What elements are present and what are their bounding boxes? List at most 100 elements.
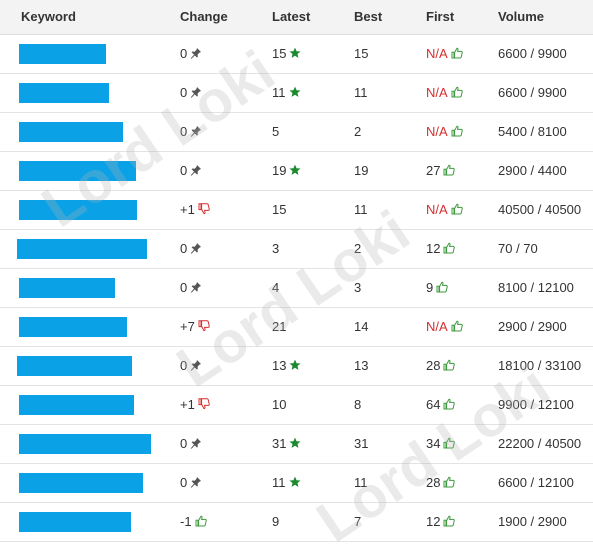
thumb-up-icon — [443, 398, 456, 410]
latest-value: 9 — [272, 514, 280, 529]
redacted-keyword[interactable] — [19, 316, 127, 337]
volume-value: 40500 / 40500 — [498, 202, 582, 217]
redacted-keyword[interactable] — [19, 82, 109, 103]
thumb-up-icon — [443, 476, 456, 488]
table-row: 0 11 11 28 6600 / 12100 — [0, 463, 593, 503]
redacted-keyword[interactable] — [19, 433, 151, 454]
pin-icon[interactable] — [190, 164, 202, 176]
pin-icon[interactable] — [190, 476, 202, 488]
pin-icon[interactable] — [190, 281, 202, 293]
change-value: +7 — [180, 319, 195, 334]
latest-value: 11 — [272, 85, 286, 100]
latest-value: 3 — [272, 241, 280, 256]
first-cell: 12 — [426, 502, 498, 542]
keyword-cell — [0, 463, 180, 503]
header-volume[interactable]: Volume — [498, 0, 593, 35]
table-row: 0 13 13 28 18100 / 33100 — [0, 346, 593, 386]
volume-cell: 2900 / 4400 — [498, 151, 593, 191]
header-keyword[interactable]: Keyword — [0, 0, 180, 35]
volume-cell: 18100 / 33100 — [498, 346, 593, 386]
first-cell: N/A — [426, 112, 498, 152]
first-cell: N/A — [426, 190, 498, 230]
first-cell: 64 — [426, 385, 498, 425]
change-cell: +1 — [180, 190, 272, 230]
latest-value: 19 — [272, 163, 287, 178]
header-latest[interactable]: Latest — [272, 0, 354, 35]
latest-value: 15 — [272, 46, 287, 61]
change-value: -1 — [180, 514, 192, 529]
thumb-up-icon — [443, 242, 456, 254]
volume-cell: 2900 / 2900 — [498, 307, 593, 347]
pin-icon[interactable] — [190, 86, 202, 98]
first-value: 9 — [426, 280, 434, 295]
redacted-keyword[interactable] — [19, 277, 115, 298]
latest-value: 13 — [272, 358, 287, 373]
pin-icon[interactable] — [190, 125, 202, 137]
first-cell: 28 — [426, 463, 498, 503]
best-cell: 15 — [354, 34, 426, 74]
best-cell: 19 — [354, 151, 426, 191]
star-icon — [289, 476, 301, 488]
best-value: 8 — [354, 397, 362, 412]
volume-value: 5400 / 8100 — [498, 124, 567, 139]
first-cell: 34 — [426, 424, 498, 464]
change-cell: 0 — [180, 229, 272, 269]
change-cell: +1 — [180, 385, 272, 425]
header-first[interactable]: First — [426, 0, 498, 35]
redacted-keyword[interactable] — [19, 121, 123, 142]
change-cell: 0 — [180, 463, 272, 503]
latest-cell: 3 — [272, 229, 354, 269]
redacted-keyword[interactable] — [19, 160, 136, 181]
latest-value: 31 — [272, 436, 287, 451]
volume-value: 2900 / 2900 — [498, 319, 567, 334]
table-row: +1 10 8 64 9900 / 12100 — [0, 385, 593, 425]
best-cell: 3 — [354, 268, 426, 308]
best-value: 14 — [354, 319, 369, 334]
change-value: 0 — [180, 124, 188, 139]
first-value: N/A — [426, 85, 448, 100]
volume-value: 18100 / 33100 — [498, 358, 582, 373]
redacted-keyword[interactable] — [19, 199, 137, 220]
table-row: 0 31 31 34 22200 / 40500 — [0, 424, 593, 464]
redacted-keyword[interactable] — [17, 238, 147, 259]
best-value: 3 — [354, 280, 362, 295]
change-cell: 0 — [180, 73, 272, 113]
thumb-up-icon — [443, 164, 456, 176]
pin-icon[interactable] — [190, 242, 202, 254]
first-cell: N/A — [426, 73, 498, 113]
first-value: N/A — [426, 202, 448, 217]
keyword-cell — [0, 307, 180, 347]
best-cell: 11 — [354, 463, 426, 503]
best-cell: 8 — [354, 385, 426, 425]
change-cell: 0 — [180, 268, 272, 308]
header-best[interactable]: Best — [354, 0, 426, 35]
change-cell: 0 — [180, 112, 272, 152]
pin-icon[interactable] — [190, 47, 202, 59]
redacted-keyword[interactable] — [17, 355, 132, 376]
thumb-up-icon — [436, 281, 448, 293]
thumb-down-icon — [198, 320, 210, 332]
latest-cell: 15 — [272, 34, 354, 74]
first-value: N/A — [426, 319, 448, 334]
best-cell: 13 — [354, 346, 426, 386]
header-change[interactable]: Change — [180, 0, 272, 35]
redacted-keyword[interactable] — [19, 472, 143, 493]
volume-value: 70 / 70 — [498, 241, 538, 256]
volume-value: 22200 / 40500 — [498, 436, 582, 451]
table-row: 0 3 2 12 70 / 70 — [0, 229, 593, 269]
redacted-keyword[interactable] — [19, 394, 134, 415]
change-value: 0 — [180, 358, 188, 373]
thumb-down-icon — [198, 203, 210, 215]
volume-cell: 6600 / 9900 — [498, 73, 593, 113]
pin-icon[interactable] — [190, 437, 202, 449]
best-value: 2 — [354, 241, 362, 256]
redacted-keyword[interactable] — [19, 511, 131, 532]
change-value: 0 — [180, 85, 188, 100]
first-cell: 9 — [426, 268, 498, 308]
change-cell: 0 — [180, 151, 272, 191]
star-icon — [289, 86, 301, 98]
redacted-keyword[interactable] — [19, 43, 106, 64]
latest-value: 21 — [272, 319, 287, 334]
pin-icon[interactable] — [190, 359, 202, 371]
volume-cell: 1900 / 2900 — [498, 502, 593, 542]
